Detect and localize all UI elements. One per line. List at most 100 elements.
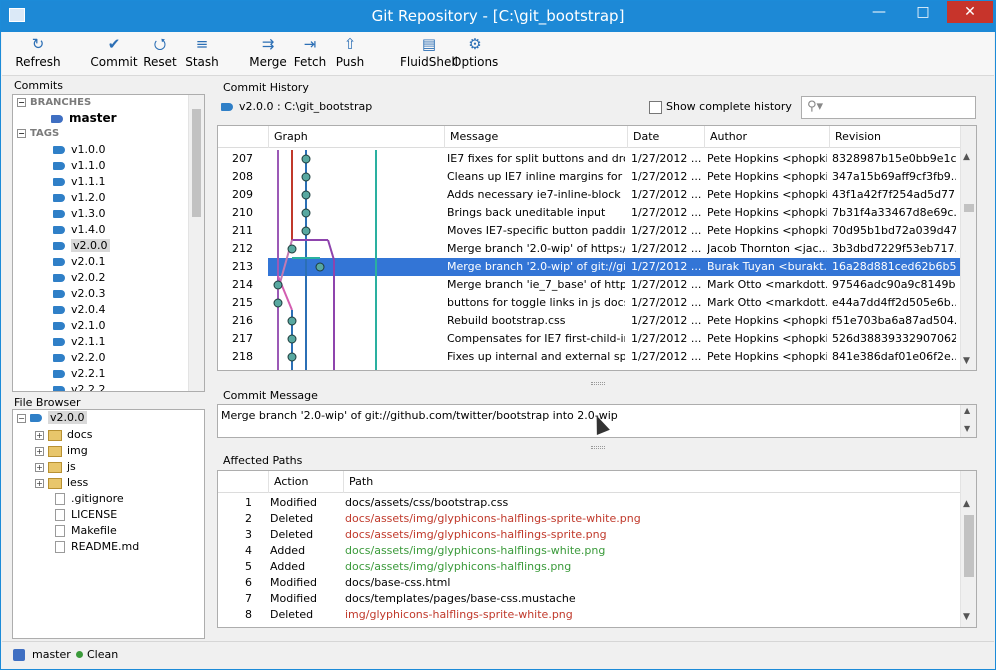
branch-master[interactable]: master bbox=[51, 110, 117, 126]
tag-icon bbox=[53, 146, 65, 154]
folder-item[interactable]: + img bbox=[35, 443, 88, 459]
tag-item[interactable]: v2.2.2 bbox=[53, 382, 106, 391]
folder-item[interactable]: + js bbox=[35, 459, 76, 475]
commit-button[interactable]: ✔ Commit bbox=[90, 34, 138, 74]
col-revision[interactable]: Revision bbox=[829, 126, 960, 148]
window-title: Git Repository - [C:\git_bootstrap] bbox=[371, 7, 625, 25]
tag-icon bbox=[53, 194, 65, 202]
scroll-up-icon[interactable]: ▲ bbox=[964, 406, 970, 415]
tag-item[interactable]: v2.0.3 bbox=[53, 286, 106, 302]
file-root[interactable]: − v2.0.0 bbox=[17, 410, 87, 426]
branches-header[interactable]: − BRANCHES bbox=[17, 95, 91, 111]
col-path[interactable]: Path bbox=[343, 471, 960, 493]
commit-message-text: Merge branch '2.0-wip' of git://github.c… bbox=[221, 409, 618, 422]
path-row[interactable]: 4 Added docs/assets/img/glyphicons-halflin… bbox=[218, 543, 960, 559]
col-date[interactable]: Date bbox=[627, 126, 704, 148]
tag-item[interactable]: v1.4.0 bbox=[53, 222, 106, 238]
path-row[interactable]: 6 Modified docs/base-css.html bbox=[218, 575, 960, 591]
file-item[interactable]: .gitignore bbox=[55, 491, 124, 507]
splitter-handle[interactable] bbox=[591, 382, 605, 385]
tag-icon bbox=[53, 322, 65, 330]
file-item[interactable]: README.md bbox=[55, 539, 139, 555]
file-item[interactable]: Makefile bbox=[55, 523, 117, 539]
path-row[interactable]: 7 Modified docs/templates/pages/base-css.m… bbox=[218, 591, 960, 607]
path-row[interactable]: 5 Added docs/assets/img/glyphicons-halflin… bbox=[218, 559, 960, 575]
splitter-handle[interactable] bbox=[591, 446, 605, 449]
paths-rows: 1 Modified docs/assets/css/bootstrap.css 2 D… bbox=[218, 495, 960, 627]
history-scrollbar[interactable]: ▲ ▼ bbox=[960, 126, 976, 370]
col-author[interactable]: Author bbox=[704, 126, 829, 148]
merge-button[interactable]: ⇉ Merge bbox=[246, 34, 290, 74]
fetch-button[interactable]: ⇥ Fetch bbox=[290, 34, 330, 74]
tags-header[interactable]: − TAGS bbox=[17, 126, 59, 142]
col-message[interactable]: Message bbox=[444, 126, 627, 148]
commits-scrollbar[interactable] bbox=[188, 95, 204, 391]
options-label: Options bbox=[452, 55, 499, 69]
tag-label: v1.4.0 bbox=[71, 223, 106, 236]
show-complete-history-checkbox[interactable]: Show complete history bbox=[649, 100, 792, 114]
tag-item[interactable]: v1.1.0 bbox=[53, 158, 106, 174]
refresh-button[interactable]: ↻ Refresh bbox=[8, 34, 68, 74]
path-row[interactable]: 1 Modified docs/assets/css/bootstrap.css bbox=[218, 495, 960, 511]
expand-icon[interactable]: + bbox=[35, 478, 44, 488]
tag-item-selected[interactable]: v2.0.0 bbox=[53, 238, 110, 254]
options-button[interactable]: ⚙ Options bbox=[452, 34, 498, 74]
scroll-down-icon[interactable]: ▼ bbox=[963, 356, 970, 366]
commit-graph bbox=[273, 150, 377, 370]
scroll-thumb[interactable] bbox=[964, 204, 974, 212]
file-item[interactable]: LICENSE bbox=[55, 507, 117, 523]
tag-item[interactable]: v2.0.1 bbox=[53, 254, 106, 270]
collapse-icon[interactable]: − bbox=[17, 97, 26, 107]
path-action: Added bbox=[270, 560, 306, 573]
tag-item[interactable]: v2.0.4 bbox=[53, 302, 106, 318]
folder-item[interactable]: + docs bbox=[35, 427, 93, 443]
checkbox-box[interactable] bbox=[649, 100, 662, 114]
expand-icon[interactable]: + bbox=[35, 462, 44, 472]
history-search-input[interactable]: ⚲▾ bbox=[801, 96, 976, 119]
row-number: 215 bbox=[232, 296, 253, 309]
path-row[interactable]: 3 Deleted docs/assets/img/glyphicons-halfl… bbox=[218, 527, 960, 543]
path-row-number: 5 bbox=[245, 560, 252, 573]
push-button[interactable]: ⇧ Push bbox=[330, 34, 370, 74]
scroll-down-icon[interactable]: ▼ bbox=[964, 424, 970, 433]
collapse-icon[interactable]: − bbox=[17, 413, 26, 423]
expand-icon[interactable]: + bbox=[35, 446, 44, 456]
path-row[interactable]: 8 Deleted img/glyphicons-halflings-sprite-… bbox=[218, 607, 960, 623]
tag-item[interactable]: v2.0.2 bbox=[53, 270, 106, 286]
close-button[interactable]: ✕ bbox=[947, 1, 993, 23]
expand-icon[interactable]: + bbox=[35, 430, 44, 440]
commit-author: Mark Otto <markdott... bbox=[707, 296, 827, 309]
paths-scrollbar[interactable]: ▲ ▼ bbox=[960, 471, 976, 627]
col-graph[interactable]: Graph bbox=[268, 126, 444, 148]
minimize-button[interactable]: — bbox=[857, 1, 901, 23]
path-action: Modified bbox=[270, 496, 317, 509]
commit-message-title: Commit Message bbox=[223, 389, 318, 402]
scroll-down-icon[interactable]: ▼ bbox=[963, 612, 970, 622]
tag-item[interactable]: v2.1.1 bbox=[53, 334, 106, 350]
tag-item[interactable]: v2.1.0 bbox=[53, 318, 106, 334]
path-row[interactable]: 2 Deleted docs/assets/img/glyphicons-halfl… bbox=[218, 511, 960, 527]
tag-item[interactable]: v1.3.0 bbox=[53, 206, 106, 222]
scroll-up-icon[interactable]: ▲ bbox=[963, 499, 970, 509]
message-scrollbar[interactable]: ▲ ▼ bbox=[960, 405, 976, 437]
maximize-button[interactable]: □ bbox=[901, 1, 945, 23]
scroll-up-icon[interactable]: ▲ bbox=[963, 152, 970, 162]
folder-icon bbox=[48, 445, 62, 457]
tag-item[interactable]: v2.2.0 bbox=[53, 350, 106, 366]
tag-item[interactable]: v2.2.1 bbox=[53, 366, 106, 382]
tag-item[interactable]: v1.0.0 bbox=[53, 142, 106, 158]
stash-button[interactable]: ≡ Stash bbox=[180, 34, 224, 74]
tag-icon bbox=[53, 178, 65, 186]
collapse-icon[interactable]: − bbox=[17, 128, 26, 138]
tag-label: v2.1.0 bbox=[71, 319, 106, 332]
commit-date: 1/27/2012 ... bbox=[631, 206, 702, 219]
commit-message: Merge branch '2.0-wip' of https://... bbox=[447, 242, 625, 255]
scroll-thumb[interactable] bbox=[964, 515, 974, 577]
col-action[interactable]: Action bbox=[268, 471, 343, 493]
reset-button[interactable]: ⭯ Reset bbox=[138, 34, 182, 74]
tag-item[interactable]: v1.2.0 bbox=[53, 190, 106, 206]
path-action: Modified bbox=[270, 592, 317, 605]
scroll-thumb[interactable] bbox=[192, 109, 201, 217]
folder-item[interactable]: + less bbox=[35, 475, 88, 491]
tag-item[interactable]: v1.1.1 bbox=[53, 174, 106, 190]
